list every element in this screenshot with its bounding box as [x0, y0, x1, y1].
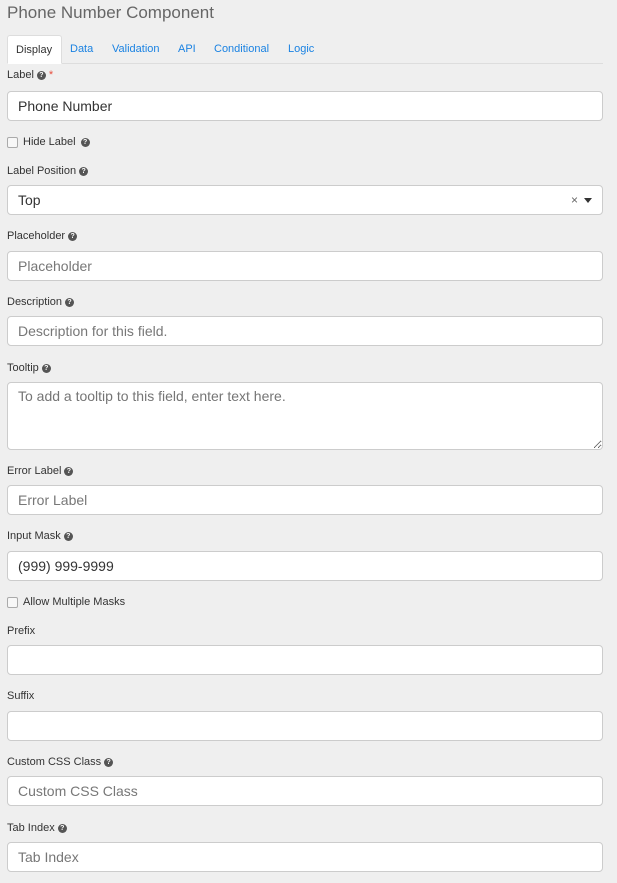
help-icon[interactable]: ?	[80, 137, 90, 147]
label-text: Label	[7, 69, 34, 81]
suffix-label: Suffix	[7, 690, 35, 702]
label-input[interactable]: Phone Number	[7, 91, 603, 121]
hide-label-checkbox[interactable]: Hide Label?	[7, 136, 90, 148]
tab-display[interactable]: Display	[7, 35, 62, 64]
page-title: Phone Number Component	[7, 3, 214, 22]
label-text: Input Mask	[7, 530, 61, 542]
custom-css-label: Custom CSS Class?	[7, 756, 114, 768]
help-icon[interactable]: ?	[64, 466, 74, 476]
help-icon[interactable]: ?	[68, 231, 78, 241]
label-position-label: Label Position?	[7, 165, 89, 177]
tab-api[interactable]: API	[170, 35, 204, 63]
input-mask-label: Input Mask?	[7, 530, 73, 542]
label-text: Tab Index	[7, 822, 55, 834]
help-icon[interactable]: ?	[57, 823, 67, 833]
checkbox-label: Hide Label	[23, 136, 76, 148]
checkbox-label: Allow Multiple Masks	[23, 596, 126, 608]
label-field-label: Label? *	[7, 69, 53, 81]
tab-validation[interactable]: Validation	[104, 35, 168, 63]
selected-value: Top	[18, 192, 41, 208]
label-text: Tooltip	[7, 362, 39, 374]
label-text: Placeholder	[7, 230, 66, 242]
tooltip-textarea[interactable]	[7, 382, 603, 450]
prefix-input[interactable]	[7, 645, 603, 675]
description-label: Description?	[7, 296, 75, 308]
error-label-input[interactable]: Error Label	[7, 485, 603, 515]
tab-conditional[interactable]: Conditional	[206, 35, 277, 63]
help-icon[interactable]: ?	[65, 297, 75, 307]
allow-multiple-masks-checkbox[interactable]: Allow Multiple Masks	[7, 596, 125, 608]
custom-css-input[interactable]: Custom CSS Class	[7, 776, 603, 806]
label-text: Description	[7, 296, 63, 308]
error-label-label: Error Label?	[7, 465, 74, 477]
input-mask-input[interactable]: (999) 999-9999	[7, 551, 603, 581]
label-text: Label Position	[7, 165, 77, 177]
help-icon[interactable]: ?	[79, 166, 89, 176]
checkbox-icon[interactable]	[7, 136, 18, 148]
description-input[interactable]: Description for this field.	[7, 316, 603, 346]
clear-icon[interactable]: ×	[571, 193, 578, 207]
placeholder-label: Placeholder?	[7, 230, 78, 242]
help-icon[interactable]: ?	[63, 531, 73, 541]
tab-data[interactable]: Data	[62, 35, 101, 63]
label-position-select[interactable]: Top ×	[7, 185, 603, 215]
help-icon[interactable]: ?	[104, 757, 114, 767]
chevron-down-icon[interactable]	[584, 198, 592, 204]
help-icon[interactable]: ?	[41, 363, 51, 373]
help-icon[interactable]: ?	[36, 70, 46, 80]
tab-index-input[interactable]: Tab Index	[7, 842, 603, 872]
tab-bar: Display Data Validation API Conditional …	[7, 35, 603, 64]
label-text: Custom CSS Class	[7, 756, 102, 768]
tab-index-label: Tab Index?	[7, 822, 67, 834]
label-text: Error Label	[7, 465, 62, 477]
tooltip-label: Tooltip?	[7, 362, 51, 374]
placeholder-input[interactable]: Placeholder	[7, 251, 603, 281]
required-marker: *	[48, 69, 54, 81]
tab-logic[interactable]: Logic	[280, 35, 322, 63]
suffix-input[interactable]	[7, 711, 603, 741]
prefix-label: Prefix	[7, 625, 36, 637]
checkbox-icon[interactable]	[7, 596, 18, 608]
